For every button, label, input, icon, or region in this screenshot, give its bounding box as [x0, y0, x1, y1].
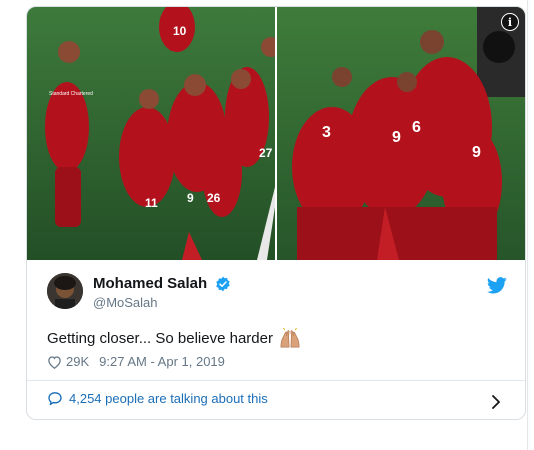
jersey-number: 27	[259, 146, 273, 160]
jersey-number: 10	[173, 24, 187, 38]
like-count[interactable]: 29K	[66, 354, 89, 369]
celebration-photo-right[interactable]: 3 9 6 9 i	[277, 7, 525, 260]
tweet-timestamp[interactable]: 9:27 AM - Apr 1, 2019	[99, 354, 225, 369]
divider	[27, 380, 525, 381]
jersey-number: 11	[145, 196, 158, 210]
talking-text[interactable]: 4,254 people are talking about this	[69, 391, 268, 406]
celebration-photo-left[interactable]: 10 11 9 26 27 Standard Chartered	[27, 7, 275, 260]
info-icon: i	[507, 15, 513, 29]
tweet-media[interactable]: 10 11 9 26 27 Standard Chartered 3 9 6 9…	[27, 7, 525, 260]
chevron-right-icon[interactable]	[491, 395, 501, 409]
jersey-number: 26	[207, 191, 221, 205]
tweet-text-content: Getting closer... So believe harder	[47, 329, 273, 347]
tweet-author[interactable]: Mohamed Salah @MoSalah	[47, 273, 507, 311]
heart-icon[interactable]	[47, 355, 62, 369]
display-name[interactable]: Mohamed Salah	[93, 275, 207, 292]
media-info-button[interactable]: i	[501, 13, 519, 31]
sponsor-text: Standard Chartered	[49, 91, 93, 97]
talking-link[interactable]: 4,254 people are talking about this	[47, 391, 268, 406]
jersey-number: 9	[187, 191, 194, 205]
verified-badge-icon	[215, 276, 230, 292]
jersey-number: 9	[472, 144, 481, 161]
jersey-number: 9	[392, 129, 401, 146]
speech-bubble-icon	[48, 392, 62, 406]
tweet-card[interactable]: 10 11 9 26 27 Standard Chartered 3 9 6 9…	[26, 6, 526, 420]
twitter-bird-icon[interactable]	[487, 277, 507, 294]
user-handle[interactable]: @MoSalah	[93, 295, 231, 310]
raising-hands-emoji	[280, 328, 300, 348]
tweet-text: Getting closer... So believe harder	[47, 328, 301, 348]
jersey-number: 6	[412, 119, 421, 136]
jersey-number: 3	[322, 124, 331, 141]
page-edge-divider	[527, 0, 528, 450]
avatar[interactable]	[47, 273, 83, 309]
tweet-meta: 29K 9:27 AM - Apr 1, 2019	[47, 354, 225, 369]
